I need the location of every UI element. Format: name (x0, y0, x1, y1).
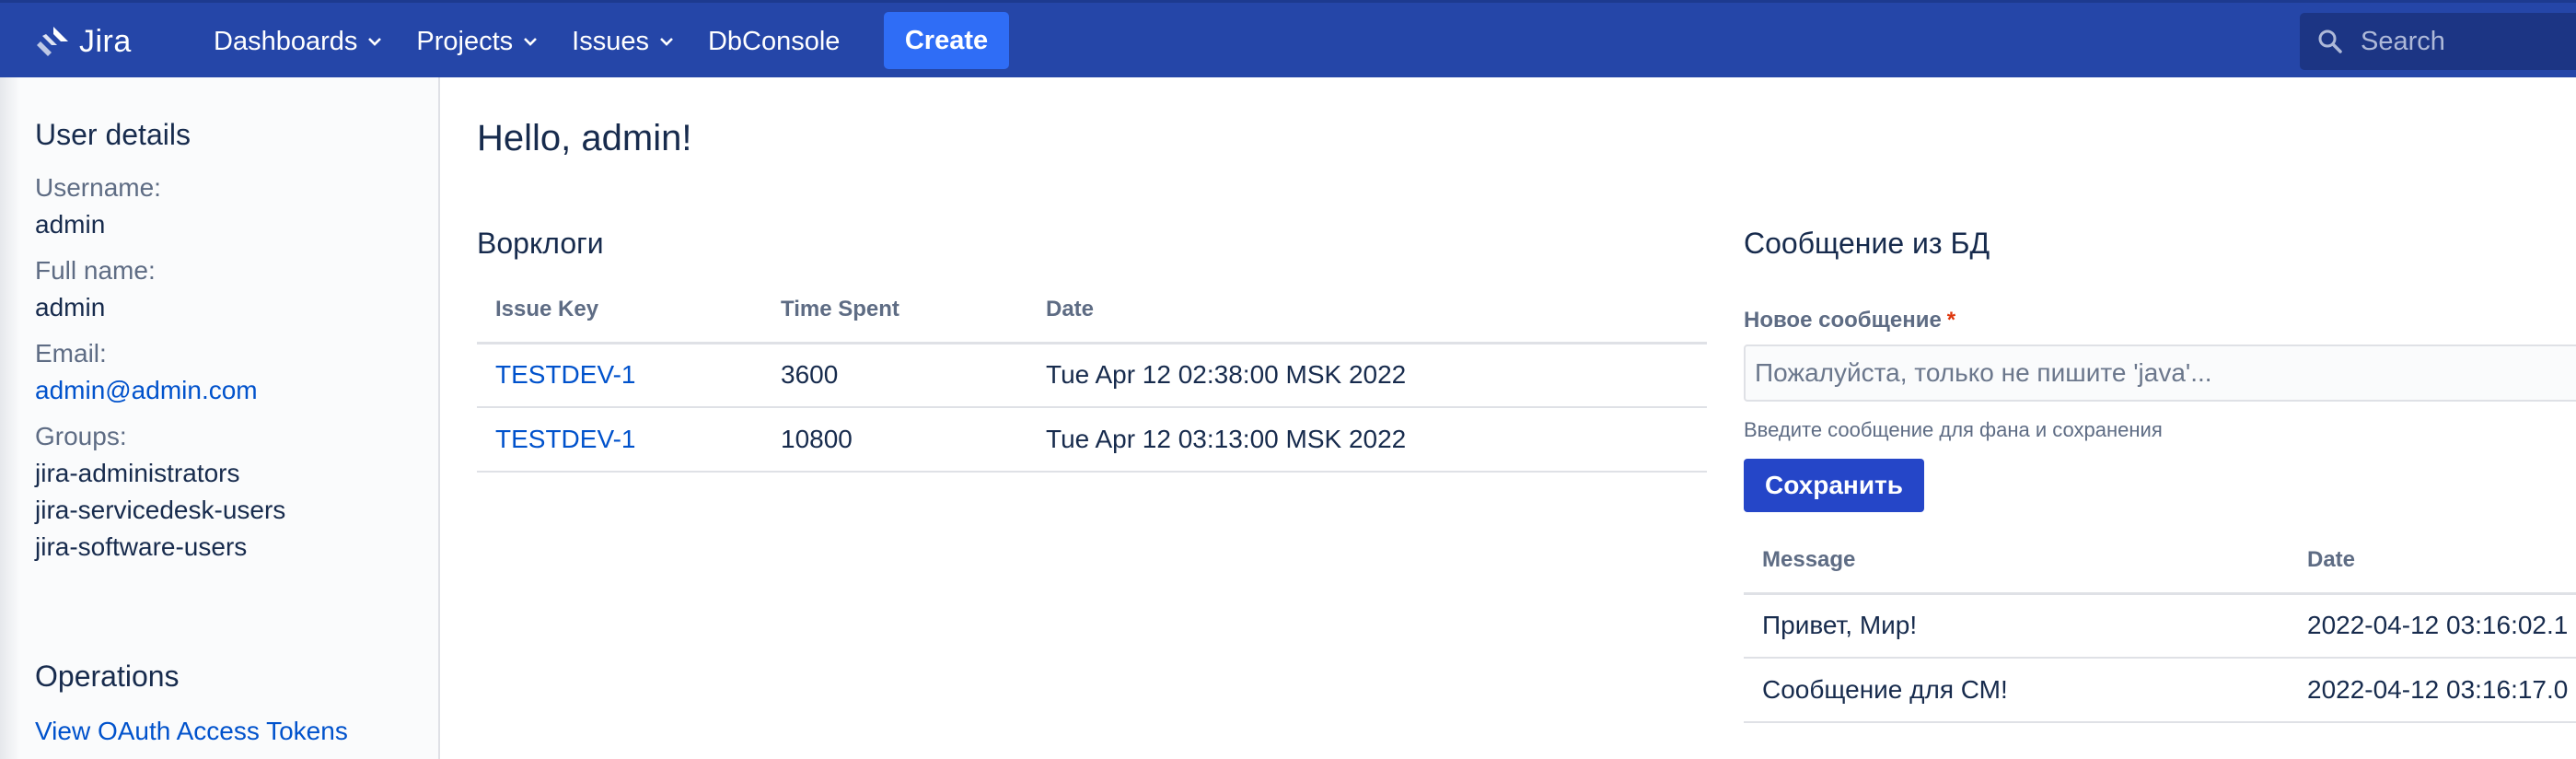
table-row: Привет, Мир! 2022-04-12 03:16:02.1 (1744, 593, 2576, 659)
message-cell: Привет, Мир! (1744, 593, 2289, 659)
table-row: Сообщение для СМ! 2022-04-12 03:16:17.0 (1744, 658, 2576, 723)
time-spent-cell: 3600 (762, 343, 1027, 408)
new-message-input[interactable] (1744, 344, 2576, 402)
group-item: jira-administrators (35, 459, 240, 487)
date-cell: 2022-04-12 03:16:02.1 (2289, 593, 2576, 659)
time-spent-cell: 10800 (762, 407, 1027, 473)
operations-title: Operations (35, 660, 180, 693)
nav-projects[interactable]: Projects (416, 27, 539, 57)
search-box[interactable] (2300, 13, 2576, 70)
table-row: TESTDEV-1 3600 Tue Apr 12 02:38:00 MSK 2… (477, 343, 1707, 408)
nav-issues[interactable]: Issues (572, 27, 675, 57)
column-header-date: Date (2289, 529, 2576, 595)
messages-table: Message Date Привет, Мир! 2022-04-12 03:… (1744, 529, 2576, 723)
jira-logo-icon (37, 27, 68, 56)
db-message-title: Сообщение из БД (1744, 227, 1990, 260)
sidebar-shadow (0, 77, 20, 759)
new-message-description: Введите сообщение для фана и сохранения (1744, 418, 2163, 441)
worklogs-title: Ворклоги (477, 227, 604, 260)
column-header-date: Date (1027, 278, 1707, 344)
main-nav: Dashboards Projects Issues DbConsole (214, 3, 873, 80)
table-header-row: Issue Key Time Spent Date (477, 278, 1707, 344)
table-header-row: Message Date (1744, 529, 2576, 595)
column-header-issue-key: Issue Key (477, 278, 762, 344)
column-header-message: Message (1744, 529, 2289, 595)
username-value: admin (35, 210, 106, 239)
jira-logo[interactable]: Jira (35, 21, 132, 62)
page-greeting: Hello, admin! (477, 118, 692, 158)
groups-label: Groups: (35, 422, 127, 450)
view-oauth-tokens-link[interactable]: View OAuth Access Tokens (35, 717, 348, 746)
issue-key-cell: TESTDEV-1 (477, 407, 762, 473)
nav-dbconsole-label: DbConsole (707, 26, 841, 56)
column-header-time-spent: Time Spent (762, 278, 1027, 344)
email-link[interactable]: admin@admin.com (35, 376, 258, 405)
issue-key-link[interactable]: TESTDEV-1 (495, 425, 635, 453)
table-row: TESTDEV-1 10800 Tue Apr 12 03:13:00 MSK … (477, 407, 1707, 473)
worklogs-table: Issue Key Time Spent Date TESTDEV-1 3600… (477, 278, 1707, 473)
top-navigation-bar: Jira Dashboards Projects Issues DbConsol… (0, 0, 2576, 77)
date-cell: Tue Apr 12 03:13:00 MSK 2022 (1027, 407, 1707, 473)
date-cell: Tue Apr 12 02:38:00 MSK 2022 (1027, 343, 1707, 408)
create-button[interactable]: Create (884, 12, 1009, 69)
nav-projects-label: Projects (416, 26, 514, 56)
new-message-label-text: Новое сообщение (1744, 308, 1942, 333)
chevron-down-icon (368, 38, 382, 46)
message-cell: Сообщение для СМ! (1744, 658, 2289, 723)
email-label: Email: (35, 339, 107, 368)
group-item: jira-servicedesk-users (35, 496, 286, 524)
nav-issues-label: Issues (572, 26, 649, 56)
new-message-label: Новое сообщение * (1744, 308, 1955, 333)
username-label: Username: (35, 173, 161, 202)
issue-key-link[interactable]: TESTDEV-1 (495, 360, 635, 389)
fullname-value: admin (35, 293, 106, 321)
chevron-down-icon (660, 38, 673, 46)
group-item: jira-software-users (35, 532, 248, 561)
chevron-down-icon (524, 38, 538, 46)
required-marker: * (1946, 308, 1956, 333)
save-button[interactable]: Сохранить (1744, 459, 1924, 512)
date-cell: 2022-04-12 03:16:17.0 (2289, 658, 2576, 723)
nav-dashboards-label: Dashboards (214, 26, 358, 56)
user-details-title: User details (35, 118, 191, 151)
fullname-label: Full name: (35, 256, 156, 285)
nav-dashboards[interactable]: Dashboards (214, 27, 383, 57)
search-icon (2318, 29, 2342, 53)
logo-text: Jira (79, 23, 132, 59)
nav-dbconsole[interactable]: DbConsole (708, 27, 840, 57)
issue-key-cell: TESTDEV-1 (477, 343, 762, 408)
search-input[interactable] (2361, 26, 2576, 57)
